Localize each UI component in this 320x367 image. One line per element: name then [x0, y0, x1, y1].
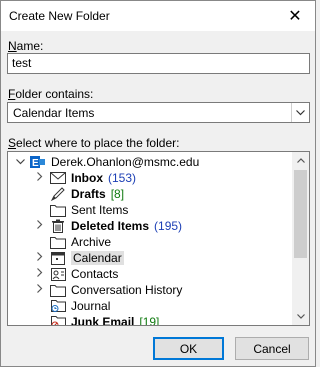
folder-label: Archive — [71, 235, 112, 249]
folder-icon — [50, 283, 66, 297]
account-label: Derek.Ohanlon@msmc.edu — [51, 155, 200, 169]
calendar-icon — [50, 251, 66, 265]
inbox-icon — [50, 171, 66, 185]
folder-label: Inbox — [71, 171, 103, 185]
tree-account-row[interactable]: E Derek.Ohanlon@msmc.edu — [14, 154, 199, 170]
close-icon: ✕ — [288, 8, 302, 25]
folder-icon — [50, 235, 66, 249]
journal-icon — [50, 299, 66, 313]
exchange-account-icon: E — [30, 155, 46, 169]
title-bar: Create New Folder ✕ — [1, 1, 315, 31]
tree-folder-row[interactable]: Junk Email [19] — [34, 314, 160, 326]
select-location-label: Select where to place the folder: — [8, 136, 180, 150]
tree-folder-row[interactable]: Journal — [34, 298, 110, 314]
folder-contains-select[interactable]: Calendar Items — [7, 102, 310, 123]
chevron-right-icon[interactable] — [34, 172, 46, 184]
contacts-icon — [50, 267, 66, 281]
folder-contains-label: Folder contains: — [8, 87, 94, 101]
folder-label: Contacts — [71, 267, 119, 281]
tree-folder-row[interactable]: Calendar — [34, 250, 124, 266]
tree-scrollbar[interactable] — [292, 152, 309, 325]
svg-text:E: E — [32, 158, 39, 169]
folder-label: Deleted Items — [71, 219, 150, 233]
cancel-button[interactable]: Cancel — [235, 337, 309, 360]
chevron-right-icon[interactable] — [34, 220, 46, 232]
folder-tree[interactable]: E Derek.Ohanlon@msmc.edu Inbox (153) Draft… — [7, 151, 310, 326]
trash-icon — [50, 219, 66, 233]
folder-label: Sent Items — [71, 203, 129, 217]
tree-folder-row[interactable]: Deleted Items (195) — [34, 218, 182, 234]
unread-count-badge: (153) — [108, 171, 137, 185]
chevron-right-icon[interactable] — [34, 252, 46, 264]
unread-count-badge: [19] — [139, 315, 160, 326]
dialog-title: Create New Folder — [9, 9, 110, 23]
chevron-right-icon[interactable] — [34, 284, 46, 296]
scroll-down-icon[interactable] — [292, 308, 309, 325]
folder-icon — [50, 203, 66, 217]
tree-folder-row[interactable]: Drafts [8] — [34, 186, 124, 202]
scrollbar-thumb[interactable] — [294, 170, 307, 258]
close-button[interactable]: ✕ — [275, 1, 315, 31]
folder-contains-value: Calendar Items — [13, 106, 95, 120]
folder-label: Conversation History — [71, 283, 183, 297]
folder-label: Junk Email — [71, 315, 135, 326]
folder-label: Calendar — [71, 251, 124, 265]
name-input[interactable]: test — [7, 53, 310, 74]
ok-button[interactable]: OK — [153, 337, 224, 360]
tree-folder-row[interactable]: Sent Items — [34, 202, 128, 218]
tree-folder-row[interactable]: Archive — [34, 234, 111, 250]
folder-label: Drafts — [71, 187, 106, 201]
tree-folder-row[interactable]: Contacts — [34, 266, 118, 282]
chevron-down-icon[interactable] — [291, 103, 309, 122]
junk-icon — [50, 315, 66, 325]
unread-count-badge: (195) — [154, 219, 183, 233]
tree-folder-row[interactable]: Conversation History — [34, 282, 182, 298]
chevron-down-icon[interactable] — [14, 157, 26, 168]
chevron-right-icon[interactable] — [34, 268, 46, 280]
unread-count-badge: [8] — [110, 187, 125, 201]
scroll-up-icon[interactable] — [292, 152, 309, 169]
folder-label: Journal — [71, 299, 111, 313]
name-label: Name: — [8, 39, 44, 53]
tree-folder-row[interactable]: Inbox (153) — [34, 170, 136, 186]
drafts-icon — [50, 187, 66, 201]
create-new-folder-dialog: Create New Folder ✕ Name: test Folder co… — [0, 0, 316, 367]
